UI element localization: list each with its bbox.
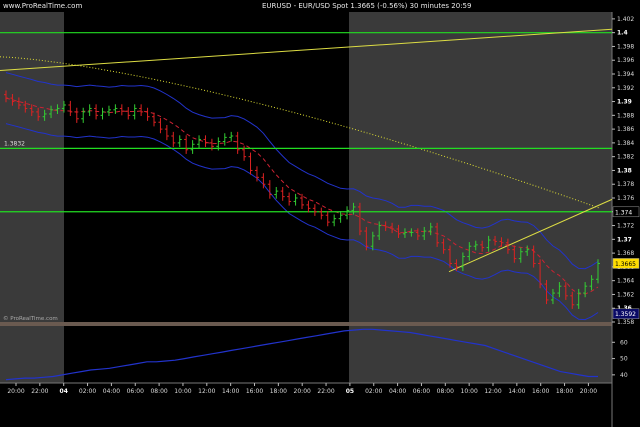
time-tick-label: 10:00 [461, 388, 478, 395]
time-tick-label: 04:00 [389, 388, 406, 395]
time-tick-label: 10:00 [174, 388, 191, 395]
time-tick-label: 14:00 [508, 388, 525, 395]
price-tick-label: 1.392 [617, 85, 634, 92]
price-tick-label: 1.37 [617, 236, 632, 243]
time-tick-label: 16:00 [246, 388, 263, 395]
price-tick-label: 1.362 [617, 291, 634, 298]
price-tick-label: 1.384 [617, 140, 634, 147]
price-tick-label: 1.382 [617, 154, 634, 161]
time-tick-label: 20:00 [580, 388, 597, 395]
price-tick-label: 1.372 [617, 223, 634, 230]
time-tick-label: 12:00 [484, 388, 501, 395]
time-tick-label: 20:00 [7, 388, 24, 395]
watermark: © ProRealTime.com [3, 315, 58, 322]
level-price-label: 1.374 [615, 209, 632, 216]
time-tick-label: 06:00 [413, 388, 430, 395]
left-level-label: 1.3832 [4, 140, 25, 147]
current-price-label: 1.3665 [615, 261, 636, 268]
panel-divider [0, 322, 612, 326]
price-tick-label: 1.398 [617, 43, 634, 50]
time-tick-label: 06:00 [127, 388, 144, 395]
indicator-tick-label: 40 [620, 372, 628, 379]
price-tick-label: 1.38 [617, 167, 632, 174]
indicator-tick-label: 50 [620, 356, 628, 363]
time-tick-label: 04:00 [103, 388, 120, 395]
chart-header: www.ProRealTime.com EURUSD - EUR/USD Spo… [0, 0, 640, 12]
low-price-label: 1.3592 [615, 311, 636, 318]
time-tick-label: 22:00 [317, 388, 334, 395]
price-tick-label: 1.388 [617, 112, 634, 119]
session-shade [0, 326, 64, 383]
price-tick-label: 1.364 [617, 278, 634, 285]
indicator-tick-label: 60 [620, 339, 628, 346]
time-tick-label: 12:00 [198, 388, 215, 395]
session-shade [349, 12, 612, 322]
trading-chart-window: 1.402 1.4 1.398 1.396 1.394 1.392 1.39 1.388 1.3… [0, 0, 640, 427]
time-tick-label: 14:00 [222, 388, 239, 395]
time-tick-label: 04 [60, 388, 68, 395]
price-tick-label: 1.376 [617, 195, 634, 202]
time-tick-label: 08:00 [437, 388, 454, 395]
price-tick-label: 1.358 [617, 319, 634, 326]
price-tick-label: 1.39 [617, 99, 632, 106]
price-tick-label: 1.402 [617, 16, 634, 23]
price-tick-label: 1.396 [617, 57, 634, 64]
price-tick-label: 1.368 [617, 250, 634, 257]
price-tick-label: 1.378 [617, 181, 634, 188]
time-tick-label: 02:00 [79, 388, 96, 395]
chart-title: EURUSD - EUR/USD Spot 1.3665 (-0.56%) 30… [262, 2, 472, 10]
time-tick-label: 18:00 [556, 388, 573, 395]
price-chart[interactable]: 1.402 1.4 1.398 1.396 1.394 1.392 1.39 1.388 1.3… [0, 0, 640, 427]
price-tick-label: 1.394 [617, 71, 634, 78]
time-tick-label: 22:00 [31, 388, 48, 395]
session-shade [349, 326, 612, 383]
session-shade [0, 12, 64, 322]
time-tick-label: 02:00 [365, 388, 382, 395]
price-tick-label: 1.4 [617, 30, 628, 37]
time-tick-label: 05 [346, 388, 354, 395]
time-tick-label: 18:00 [270, 388, 287, 395]
time-tick-label: 16:00 [532, 388, 549, 395]
time-tick-label: 20:00 [294, 388, 311, 395]
brand-link[interactable]: www.ProRealTime.com [3, 0, 82, 12]
time-tick-label: 08:00 [150, 388, 167, 395]
price-tick-label: 1.386 [617, 126, 634, 133]
